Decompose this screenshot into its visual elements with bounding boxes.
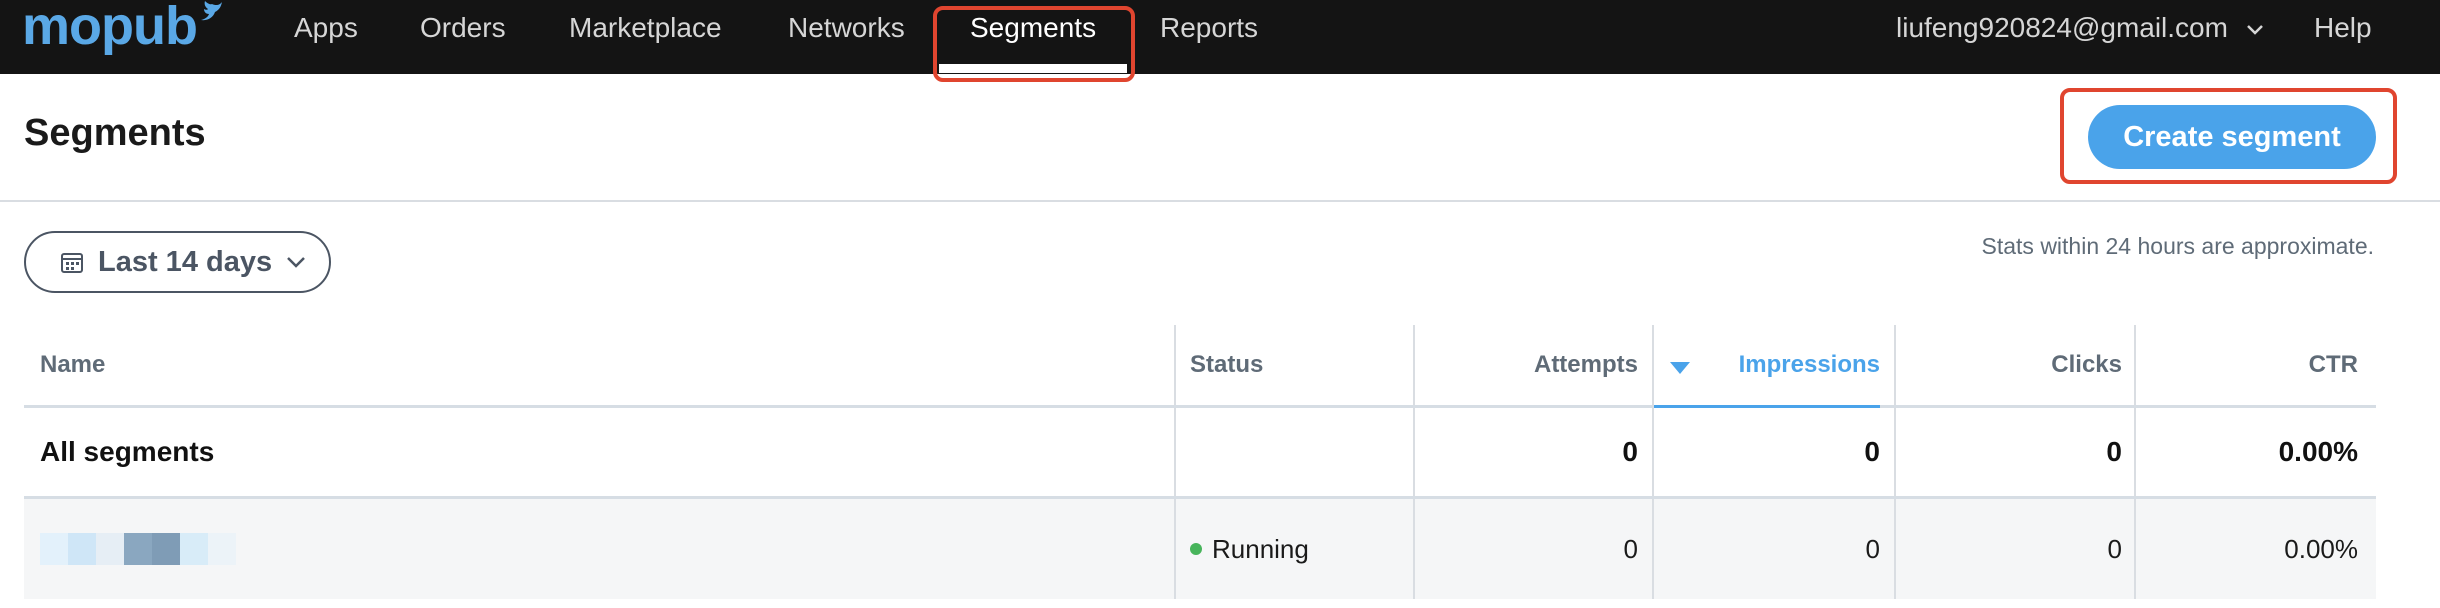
total-ctr: 0.00% — [2278, 436, 2358, 467]
total-clicks: 0 — [2106, 436, 2122, 467]
nav-orders[interactable]: Orders — [420, 12, 506, 44]
create-segment-button[interactable]: Create segment — [2088, 105, 2376, 169]
column-divider — [1174, 499, 1176, 599]
account-email: liufeng920824@gmail.com — [1896, 12, 2228, 43]
col-header-attempts[interactable]: Attempts — [1414, 325, 1638, 405]
chevron-down-icon — [2246, 24, 2263, 35]
account-menu[interactable]: liufeng920824@gmail.com — [1896, 12, 2264, 44]
segments-tab-highlight — [933, 6, 1135, 82]
row-clicks: 0 — [2107, 533, 2122, 564]
row-ctr: 0.00% — [2284, 533, 2358, 564]
col-header-ctr[interactable]: CTR — [2136, 325, 2358, 405]
total-impressions: 0 — [1864, 436, 1880, 467]
logo-text: mopub — [22, 0, 197, 56]
segment-status: Running — [1190, 499, 1390, 599]
table-header-row: Name Status Attempts Impressions Clicks … — [24, 325, 2376, 408]
nav-reports[interactable]: Reports — [1160, 12, 1258, 44]
col-header-status[interactable]: Status — [1190, 325, 1390, 405]
redacted-segment-name — [40, 533, 236, 565]
stats-note: Stats within 24 hours are approximate. — [1981, 233, 2374, 259]
nav-marketplace[interactable]: Marketplace — [569, 12, 722, 44]
row-impressions: 0 — [1865, 533, 1880, 564]
status-label: Running — [1212, 533, 1309, 564]
nav-networks[interactable]: Networks — [788, 12, 905, 44]
total-attempts: 0 — [1622, 436, 1638, 467]
nav-apps[interactable]: Apps — [294, 12, 358, 44]
chevron-down-icon — [287, 257, 305, 268]
date-range-label: Last 14 days — [98, 245, 273, 278]
total-name: All segments — [40, 436, 215, 467]
mopub-logo[interactable]: mopub — [22, 0, 232, 58]
twitter-bird-icon — [201, 1, 222, 21]
table-row-total: All segments 0 0 0 0.00% — [24, 408, 2376, 499]
col-header-impressions-label: Impressions — [1738, 351, 1880, 378]
col-header-impressions[interactable]: Impressions — [1654, 325, 1880, 408]
running-status-dot — [1190, 543, 1202, 555]
column-divider — [1174, 325, 1176, 405]
segments-table: Name Status Attempts Impressions Clicks … — [24, 325, 2376, 599]
segment-name-link[interactable] — [40, 499, 1140, 599]
calendar-icon — [61, 253, 83, 273]
col-header-clicks[interactable]: Clicks — [1896, 325, 2122, 405]
header-divider — [0, 200, 2440, 202]
nav-help[interactable]: Help — [2314, 12, 2372, 44]
page-title: Segments — [24, 112, 206, 154]
sort-descending-icon — [1670, 362, 1690, 374]
table-row[interactable]: Running 0 0 0 0.00% — [24, 499, 2376, 599]
col-header-name[interactable]: Name — [40, 325, 1140, 405]
row-attempts: 0 — [1623, 533, 1638, 564]
date-range-picker[interactable]: Last 14 days — [24, 231, 331, 293]
top-nav: mopub Apps Orders Marketplace Networks S… — [0, 0, 2440, 74]
column-divider — [1174, 408, 1176, 496]
total-status — [1190, 408, 1390, 496]
